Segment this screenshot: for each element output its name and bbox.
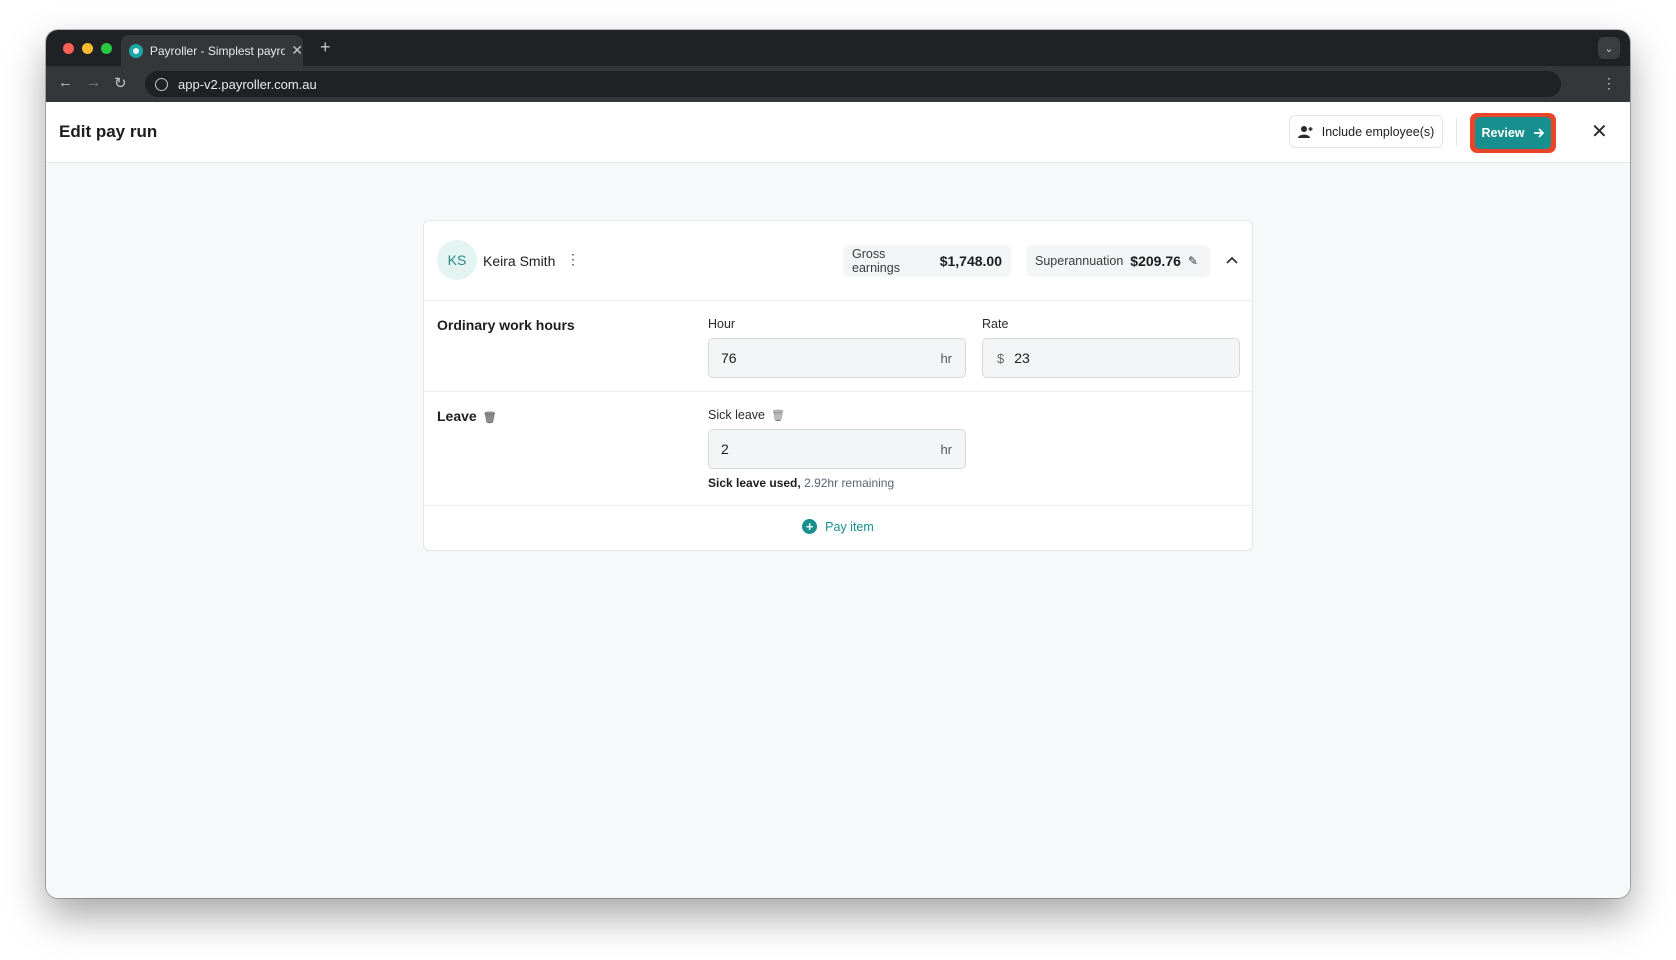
rate-value: 23 bbox=[1014, 350, 1030, 366]
avatar: KS bbox=[437, 240, 477, 280]
sick-leave-value: 2 bbox=[721, 441, 729, 457]
rate-prefix: $ bbox=[997, 350, 1005, 366]
minimize-window-dot[interactable] bbox=[82, 43, 93, 54]
employee-name: Keira Smith bbox=[483, 253, 556, 269]
chevron-up-icon[interactable] bbox=[1226, 252, 1238, 267]
hour-unit: hr bbox=[940, 350, 952, 366]
sick-leave-used-text: Sick leave used, bbox=[708, 476, 801, 490]
app-content: Edit pay run Include employee(s) Review … bbox=[46, 102, 1630, 898]
hour-label: Hour bbox=[708, 317, 736, 331]
site-info-icon[interactable] bbox=[155, 77, 168, 91]
include-employees-button[interactable]: Include employee(s) bbox=[1289, 115, 1443, 148]
review-label: Review bbox=[1481, 126, 1525, 140]
delete-sick-leave-trash-icon[interactable]: 🗑 bbox=[771, 409, 785, 422]
employee-options-icon[interactable]: ⋮ bbox=[566, 251, 580, 268]
employee-pay-card: KS Keira Smith ⋮ Gross earnings $1,748.0… bbox=[423, 220, 1253, 551]
close-icon[interactable]: ✕ bbox=[1591, 119, 1608, 144]
new-tab-icon[interactable]: + bbox=[320, 37, 331, 58]
pay-item-label: Pay item bbox=[825, 519, 874, 534]
ordinary-hours-row: Ordinary work hours Hour 76 hr Rate $ 23 bbox=[424, 301, 1252, 392]
superannuation-pill: Superannuation $209.76 ✎ bbox=[1026, 245, 1210, 277]
browser-tab[interactable]: Payroller - Simplest payroll so ✕ bbox=[121, 35, 303, 66]
review-button[interactable]: Review bbox=[1475, 117, 1551, 149]
tab-close-icon[interactable]: ✕ bbox=[291, 42, 303, 59]
edit-pencil-icon[interactable]: ✎ bbox=[1188, 254, 1198, 268]
superannuation-value: $209.76 bbox=[1130, 253, 1181, 269]
include-employees-label: Include employee(s) bbox=[1321, 124, 1435, 139]
gross-earnings-pill: Gross earnings $1,748.00 bbox=[843, 245, 1011, 277]
address-bar[interactable]: app-v2.payroller.com.au bbox=[145, 71, 1561, 97]
back-arrow-icon[interactable]: ← bbox=[58, 74, 73, 91]
sick-leave-balance-note: Sick leave used, 2.92hr remaining bbox=[708, 476, 894, 490]
leave-title-text: Leave bbox=[437, 408, 477, 424]
sick-leave-label-text: Sick leave bbox=[708, 408, 765, 422]
header-divider bbox=[1456, 118, 1457, 146]
browser-window: Payroller - Simplest payroll so ✕ + ⌄ ← … bbox=[46, 30, 1630, 898]
payroller-favicon-icon bbox=[129, 43, 143, 58]
reload-icon[interactable]: ↻ bbox=[114, 74, 127, 92]
hour-input[interactable]: 76 hr bbox=[708, 338, 966, 378]
gross-earnings-value: $1,748.00 bbox=[939, 253, 1002, 269]
rate-input[interactable]: $ 23 bbox=[982, 338, 1240, 378]
delete-leave-trash-icon[interactable]: 🗑 bbox=[483, 411, 497, 424]
hour-value: 76 bbox=[721, 350, 737, 366]
browser-toolbar: ← → ↻ app-v2.payroller.com.au ⋮ bbox=[46, 66, 1630, 102]
add-pay-item-button[interactable]: + Pay item bbox=[424, 503, 1252, 550]
sick-leave-input[interactable]: 2 hr bbox=[708, 429, 966, 469]
forward-arrow-icon[interactable]: → bbox=[86, 74, 101, 91]
page-title: Edit pay run bbox=[59, 122, 158, 141]
rate-label: Rate bbox=[982, 317, 1009, 331]
plus-circle-icon: + bbox=[802, 519, 818, 534]
tab-title: Payroller - Simplest payroll so bbox=[149, 43, 286, 58]
close-window-dot[interactable] bbox=[63, 43, 74, 54]
leave-row: Leave 🗑 Sick leave 🗑 2 hr Sick leave used,… bbox=[424, 392, 1252, 506]
superannuation-label: Superannuation bbox=[1035, 254, 1124, 268]
app-header: Edit pay run Include employee(s) Review … bbox=[46, 102, 1630, 163]
sick-leave-remaining-text: 2.92hr remaining bbox=[804, 476, 895, 490]
window-controls bbox=[63, 43, 112, 54]
browser-menu-icon[interactable]: ⋮ bbox=[1602, 75, 1616, 92]
sick-leave-unit: hr bbox=[940, 441, 952, 457]
url-text: app-v2.payroller.com.au bbox=[178, 76, 317, 92]
employee-summary: KS Keira Smith ⋮ Gross earnings $1,748.0… bbox=[424, 221, 1252, 301]
tab-search-icon[interactable]: ⌄ bbox=[1598, 37, 1620, 59]
arrow-right-icon bbox=[1533, 128, 1544, 138]
maximize-window-dot[interactable] bbox=[101, 43, 112, 54]
gross-earnings-label: Gross earnings bbox=[852, 247, 900, 275]
ordinary-hours-title: Ordinary work hours bbox=[437, 317, 575, 333]
sick-leave-label: Sick leave 🗑 bbox=[708, 408, 785, 422]
add-person-icon bbox=[1297, 125, 1313, 138]
leave-title: Leave 🗑 bbox=[437, 408, 497, 424]
tab-strip: Payroller - Simplest payroll so ✕ + ⌄ bbox=[46, 30, 1630, 66]
